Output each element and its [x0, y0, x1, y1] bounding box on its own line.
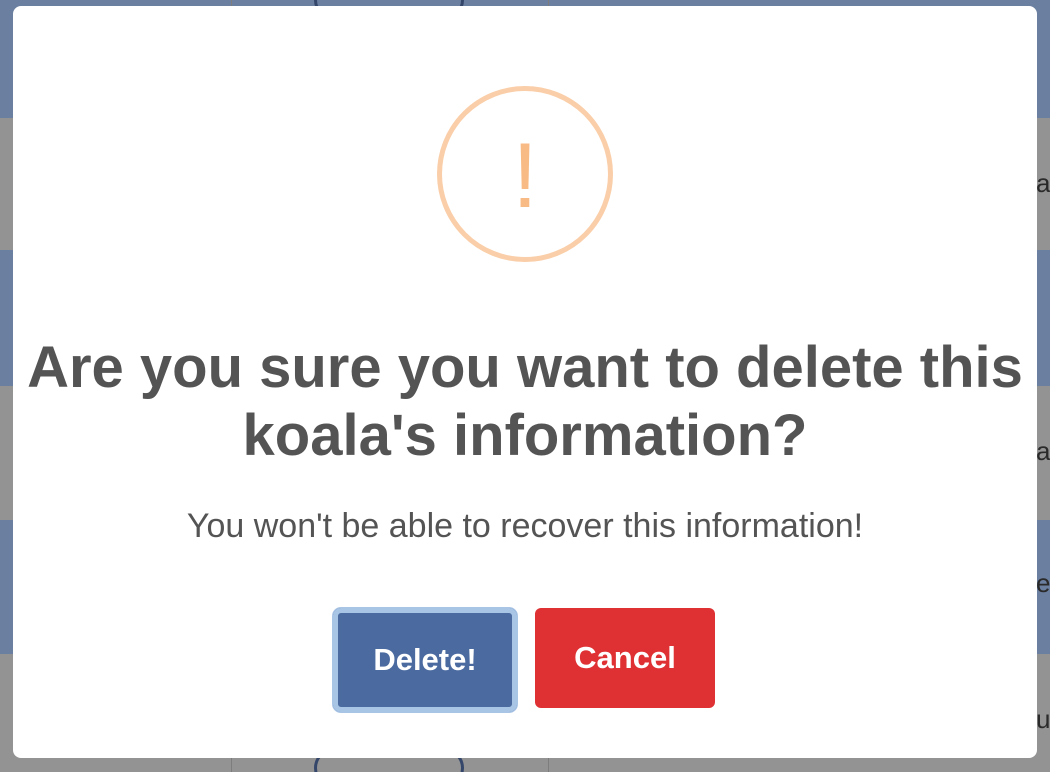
cell-text: e	[1036, 568, 1050, 598]
delete-button-label: Delete!	[338, 613, 512, 707]
cell-text: a	[1036, 168, 1050, 198]
delete-button[interactable]: Delete!	[333, 608, 517, 712]
exclamation-mark: !	[512, 125, 538, 227]
dialog-title: Are you sure you want to delete this koa…	[27, 335, 1023, 468]
cancel-button[interactable]: Cancel	[535, 608, 715, 708]
cell-text: a	[1036, 436, 1050, 466]
delete-confirmation-dialog: ! Are you sure you want to delete this k…	[13, 6, 1037, 758]
warning-icon: !	[437, 86, 613, 262]
cell-text: u	[1036, 704, 1050, 734]
dialog-actions: Delete! Cancel	[13, 608, 1037, 714]
dialog-message: You won't be able to recover this inform…	[186, 507, 864, 545]
